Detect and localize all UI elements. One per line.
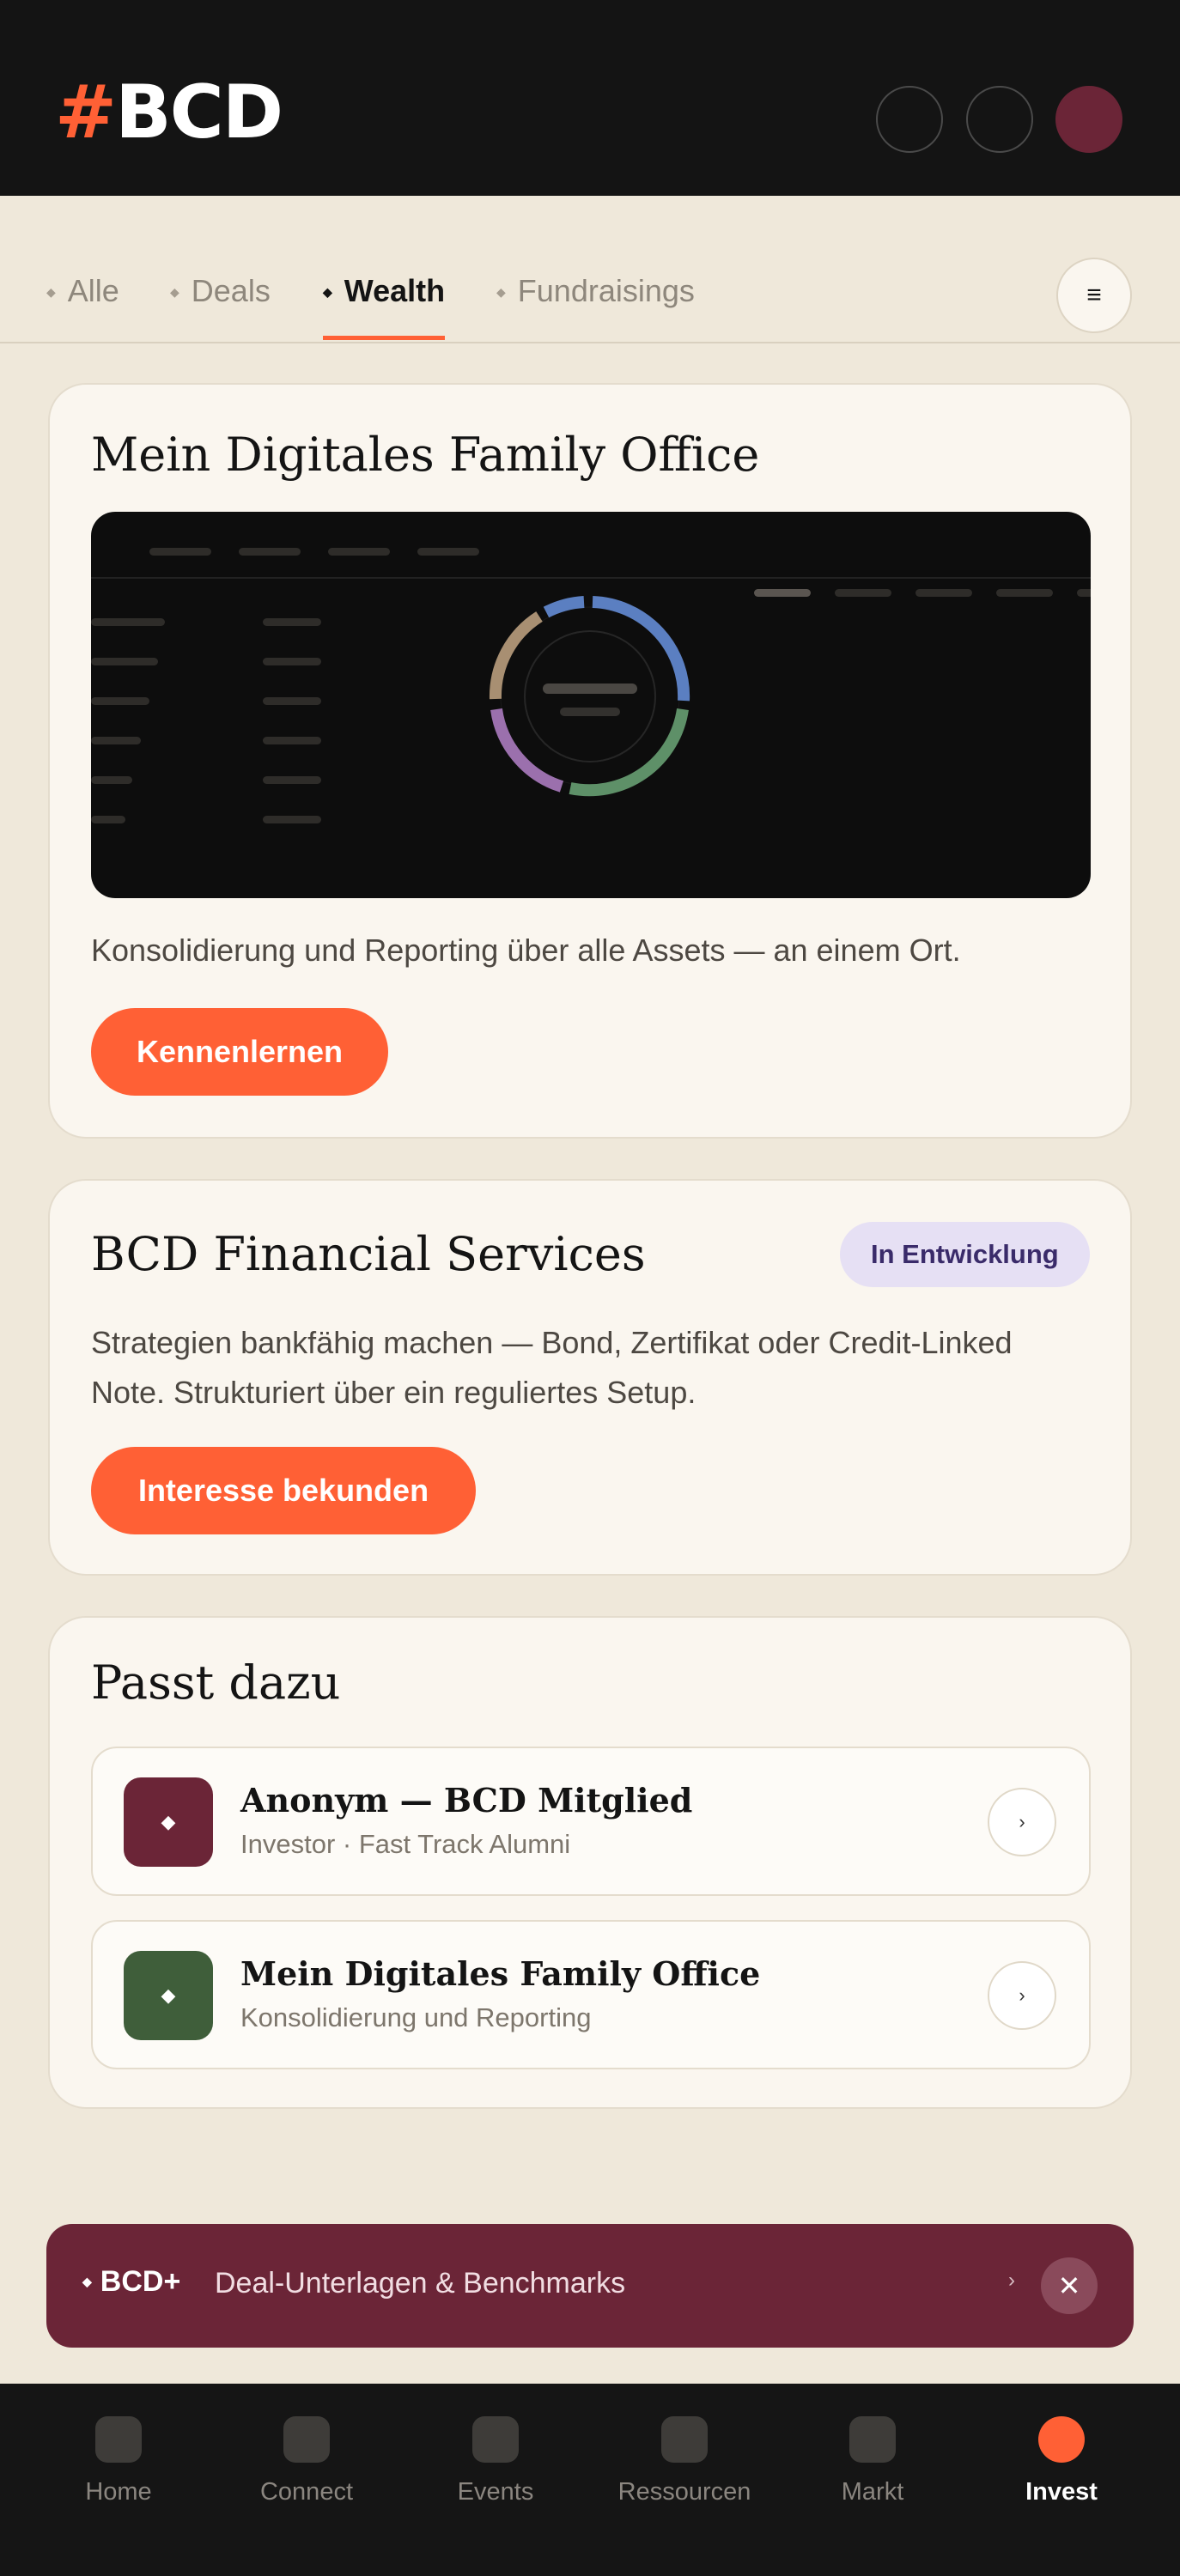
chevron-right-icon: ›	[1008, 2269, 1015, 2292]
diamond-icon: ◆	[323, 285, 332, 299]
notification-icon[interactable]	[966, 86, 1033, 153]
tab-alle[interactable]: ◆ Alle	[46, 273, 119, 340]
tab-deals[interactable]: ◆ Deals	[170, 273, 271, 340]
close-icon: ✕	[1057, 2270, 1081, 2301]
diamond-icon: ◆	[46, 285, 56, 299]
donut-chart-graphic	[489, 596, 690, 797]
events-icon	[472, 2416, 519, 2463]
app-header: #BCD	[0, 0, 1180, 196]
family-office-card: Mein Digitales Family Office Konsolidier…	[48, 383, 1132, 1139]
tab-fundraisings[interactable]: ◆ Fundraisings	[496, 273, 695, 340]
tab-wealth[interactable]: ◆ Wealth	[323, 273, 446, 340]
nav-connect[interactable]: Connect	[212, 2416, 401, 2506]
financial-services-description-line1: Strategien bankfähig machen — Bond, Zert…	[91, 1325, 1013, 1360]
diamond-icon: ◆	[170, 285, 179, 299]
related-card: Passt dazu ◆ Anonym — BCD Mitglied Inves…	[48, 1616, 1132, 2109]
nav-ressourcen[interactable]: Ressourcen	[590, 2416, 779, 2506]
avatar[interactable]	[1055, 86, 1122, 153]
interesse-bekunden-button[interactable]: Interesse bekunden	[91, 1447, 476, 1534]
close-button[interactable]: ✕	[1041, 2257, 1098, 2314]
resources-icon	[661, 2416, 708, 2463]
promo-banner[interactable]: ◆ BCD+ Deal-Unterlagen & Benchmarks › ✕	[46, 2224, 1134, 2348]
diamond-icon: ◆	[124, 1951, 213, 2040]
list-item-subtitle: Investor · Fast Track Alumni	[240, 1829, 571, 1859]
brand-logo[interactable]: #BCD	[55, 76, 283, 149]
category-tabs: ◆ Alle ◆ Deals ◆ Wealth ◆ Fundraisings ≡	[0, 196, 1180, 343]
list-item-title: Mein Digitales Family Office	[240, 1954, 761, 1993]
related-title: Passt dazu	[91, 1656, 341, 1710]
dashboard-preview-image	[91, 512, 1091, 898]
invest-icon	[1038, 2416, 1085, 2463]
diamond-icon: ◆	[82, 2275, 92, 2288]
search-icon[interactable]	[876, 86, 943, 153]
diamond-icon: ◆	[496, 285, 506, 299]
family-office-description: Konsolidierung und Reporting über alle A…	[91, 933, 961, 968]
financial-services-card: BCD Financial Services In Entwicklung St…	[48, 1179, 1132, 1576]
nav-markt[interactable]: Markt	[778, 2416, 967, 2506]
chevron-right-icon[interactable]: ›	[988, 1788, 1056, 1856]
list-item-subtitle: Konsolidierung und Reporting	[240, 2002, 592, 2032]
list-item-title: Anonym — BCD Mitglied	[240, 1781, 693, 1820]
status-badge: In Entwicklung	[840, 1222, 1090, 1287]
home-icon	[95, 2416, 142, 2463]
list-item[interactable]: ◆ Mein Digitales Family Office Konsolidi…	[91, 1920, 1091, 2069]
menu-icon: ≡	[1086, 281, 1102, 309]
financial-services-description-line2: Note. Strukturiert über ein reguliertes …	[91, 1375, 696, 1410]
diamond-icon: ◆	[124, 1777, 213, 1867]
market-icon	[849, 2416, 896, 2463]
connect-icon	[283, 2416, 330, 2463]
promo-text: Deal-Unterlagen & Benchmarks	[215, 2267, 626, 2300]
promo-brand: ◆ BCD+	[82, 2265, 181, 2298]
kennenlernen-button[interactable]: Kennenlernen	[91, 1008, 388, 1096]
financial-services-title: BCD Financial Services	[91, 1227, 646, 1281]
nav-invest[interactable]: Invest	[967, 2416, 1156, 2506]
chevron-right-icon[interactable]: ›	[988, 1961, 1056, 2030]
family-office-title: Mein Digitales Family Office	[91, 428, 760, 482]
bottom-nav: Home Connect Events Ressourcen Markt Inv…	[0, 2384, 1180, 2576]
nav-events[interactable]: Events	[401, 2416, 590, 2506]
menu-button[interactable]: ≡	[1056, 258, 1132, 333]
nav-home[interactable]: Home	[24, 2416, 213, 2506]
list-item[interactable]: ◆ Anonym — BCD Mitglied Investor · Fast …	[91, 1747, 1091, 1896]
